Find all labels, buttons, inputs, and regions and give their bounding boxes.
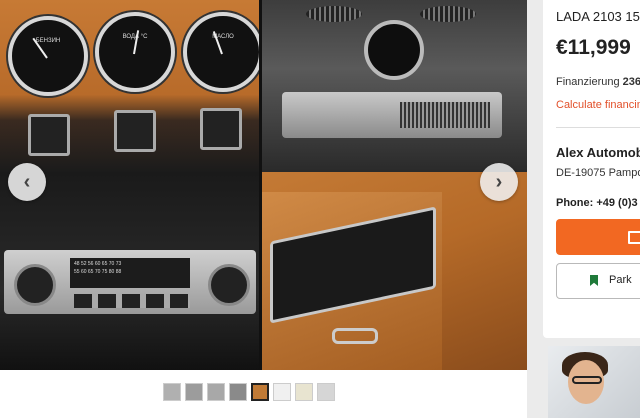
radio-preset-keys	[74, 294, 190, 308]
photo-gallery: БЕНЗИН ВОДА °C МАСЛО 48 52 56 60 65 70 7…	[0, 0, 527, 418]
next-photo-button[interactable]: ›	[480, 163, 518, 201]
oil-gauge-label: МАСЛО	[212, 34, 234, 40]
speaker-grille	[400, 102, 490, 128]
listing-price: €11,999	[556, 36, 631, 59]
park-button-label: Park	[609, 274, 632, 286]
financing-amount: 236	[622, 76, 640, 88]
financing-label: Finanzierung	[556, 76, 620, 88]
thumbnail[interactable]	[295, 383, 313, 401]
temperature-gauge: ВОДА °C	[95, 12, 175, 92]
air-vent-left	[306, 6, 362, 22]
radio-knob-right	[208, 264, 250, 306]
thumbnail-active[interactable]	[251, 383, 269, 401]
listing-title: LADA 2103 150	[556, 9, 640, 24]
radio-dial-scale-1: 48 52 56 60 65 70 73	[74, 261, 122, 267]
thumbnail[interactable]	[317, 383, 335, 401]
financing-info: Finanzierung 236	[556, 76, 640, 88]
dealer-address: DE-19075 Pampo	[556, 167, 640, 179]
calculate-financing-link[interactable]: Calculate financin	[556, 99, 640, 111]
dealer-phone[interactable]: Phone: +49 (0)3	[556, 197, 638, 209]
radio-dial-scale-2: 55 60 65 70 75 80 88	[74, 269, 122, 275]
thumbnail[interactable]	[207, 383, 225, 401]
thumbnail[interactable]	[229, 383, 247, 401]
fuel-gauge: БЕНЗИН	[8, 16, 88, 96]
radio-knob-left	[14, 264, 56, 306]
bookmark-icon	[590, 275, 598, 286]
photo-collage[interactable]: БЕНЗИН ВОДА °C МАСЛО 48 52 56 60 65 70 7…	[0, 0, 527, 370]
photo-center-console-clock	[262, 0, 527, 172]
dashboard-clock	[364, 20, 424, 80]
divider	[556, 127, 640, 128]
door-card	[262, 192, 442, 370]
mail-icon	[628, 231, 640, 244]
thumbnail[interactable]	[163, 383, 181, 401]
photo-door-panel	[262, 172, 527, 370]
car-radio: 48 52 56 60 65 70 73 55 60 65 70 75 80 8…	[4, 250, 256, 314]
chevron-right-icon: ›	[495, 170, 503, 193]
phone-number: +49 (0)3	[596, 197, 638, 209]
chevron-left-icon: ‹	[23, 170, 31, 193]
thumbnail[interactable]	[273, 383, 291, 401]
email-dealer-button[interactable]	[556, 219, 640, 255]
oil-gauge: МАСЛО	[183, 12, 259, 92]
dealer-name[interactable]: Alex Automob	[556, 145, 640, 160]
console-tray	[282, 92, 502, 138]
wiper-switch	[200, 108, 242, 150]
advertisement-image[interactable]	[548, 346, 640, 418]
photo-dashboard-gauges: БЕНЗИН ВОДА °C МАСЛО	[0, 0, 259, 172]
park-button[interactable]: Park	[556, 263, 640, 299]
door-handle	[332, 328, 378, 344]
previous-photo-button[interactable]: ‹	[8, 163, 46, 201]
fuel-gauge-label: БЕНЗИН	[35, 38, 61, 44]
thumbnail-strip	[163, 383, 335, 403]
door-armrest-panel	[270, 206, 436, 324]
ad-person-glasses	[572, 376, 602, 384]
photo-radio: 48 52 56 60 65 70 73 55 60 65 70 75 80 8…	[0, 172, 259, 370]
thumbnail[interactable]	[185, 383, 203, 401]
fan-switch	[114, 110, 156, 152]
listing-info-card: LADA 2103 150 €11,999 Finanzierung 236 C…	[543, 0, 640, 338]
light-switch	[28, 114, 70, 156]
air-vent-right	[420, 6, 476, 22]
radio-dial: 48 52 56 60 65 70 73 55 60 65 70 75 80 8…	[70, 258, 190, 288]
phone-label: Phone:	[556, 197, 594, 209]
